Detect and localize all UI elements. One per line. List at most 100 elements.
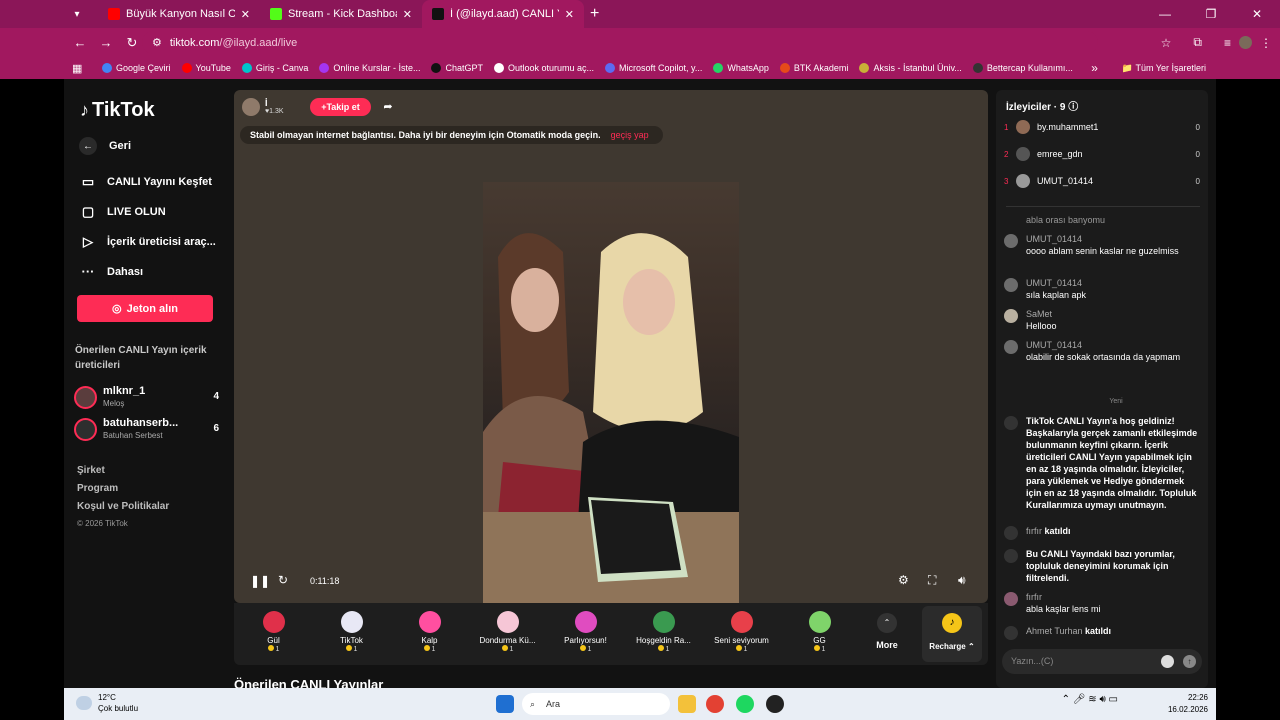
- forward-arrow-icon[interactable]: →: [94, 35, 118, 50]
- media-control-icon[interactable]: ≡: [1224, 36, 1231, 50]
- address-bar[interactable]: ⚙ tiktok.com/@ilayd.aad/live: [142, 31, 1098, 54]
- weather-widget[interactable]: 12°C Çok bulutlu: [76, 692, 138, 714]
- refresh-icon[interactable]: ↻: [278, 573, 288, 587]
- minimize-button[interactable]: —: [1142, 0, 1188, 28]
- gift-shining[interactable]: Parlıyorsun! 1: [547, 607, 624, 663]
- more-gifts-button[interactable]: ⌃ More: [872, 613, 902, 650]
- back-link[interactable]: ← Geri: [79, 137, 131, 155]
- follow-button[interactable]: + Takip et: [310, 98, 371, 116]
- top-viewer[interactable]: 2 emree_gdn 0: [1004, 145, 1200, 163]
- gift-ramadan[interactable]: Hoşgeldin Ra... 1: [625, 607, 702, 663]
- tiktok-note-icon: [1004, 416, 1018, 430]
- udemy-icon: [319, 63, 330, 73]
- gift-tiktok[interactable]: TikTok 1: [313, 607, 390, 663]
- chat-message: fırfır abla kaşlar lens mi: [1004, 591, 1200, 615]
- send-arrow-icon[interactable]: ↑: [1183, 655, 1196, 668]
- gift-gg[interactable]: GG 1: [781, 607, 858, 663]
- switch-auto-mode-link[interactable]: geçiş yap: [611, 130, 649, 140]
- window-controls: — ❐ ✕: [1142, 0, 1280, 28]
- tab-close-icon[interactable]: ✕: [241, 8, 250, 21]
- recharge-button[interactable]: ♪ Recharge ⌃: [922, 606, 982, 662]
- new-tab-button[interactable]: +: [590, 5, 599, 23]
- get-coins-button[interactable]: ◎ Jeton alın: [77, 295, 213, 322]
- tray-icons[interactable]: ⌃ 🎤︎ ≋ 🔊︎ ▭: [1062, 694, 1118, 706]
- bookmark-aksis[interactable]: Aksis - İstanbul Üniv...: [859, 63, 962, 73]
- chrome-icon[interactable]: [706, 695, 724, 713]
- bookmark-canva[interactable]: Giriş - Canva: [241, 63, 308, 73]
- close-window-button[interactable]: ✕: [1234, 0, 1280, 28]
- suggested-creator[interactable]: batuhanserb... Batuhan Serbest 6: [74, 417, 219, 443]
- host-avatar[interactable]: [242, 98, 260, 116]
- file-explorer-icon[interactable]: [678, 695, 696, 713]
- restore-button[interactable]: ❐: [1188, 0, 1234, 28]
- sidebar-item-explore-live[interactable]: ▭ CANLI Yayını Keşfet: [79, 174, 212, 190]
- footer-link-company[interactable]: Şirket: [77, 465, 105, 476]
- sidebar-item-more[interactable]: ··· Dahası: [79, 264, 144, 279]
- bookmark-bettercap[interactable]: Bettercap Kullanımı...: [972, 63, 1073, 73]
- footer-link-terms[interactable]: Koşul ve Politikalar: [77, 501, 169, 512]
- browser-tab-tiktok-live[interactable]: İ (@ilayd.aad) CANLI Yayını ✕: [422, 0, 584, 28]
- share-icon[interactable]: ➦: [379, 99, 397, 117]
- tv-icon: ▭: [81, 174, 95, 189]
- bookmark-star-icon[interactable]: ☆: [1161, 36, 1172, 50]
- bookmark-whatsapp[interactable]: WhatsApp: [713, 63, 769, 73]
- tab-search-menu-button[interactable]: ▾: [66, 3, 88, 25]
- windows-start-icon[interactable]: [496, 695, 514, 713]
- gift-rose[interactable]: Gül 1: [235, 607, 312, 663]
- back-arrow-icon[interactable]: ←: [68, 35, 92, 50]
- app-icon[interactable]: [766, 695, 784, 713]
- browser-tab-youtube[interactable]: Büyük Kanyon Nasıl Oluştu? - Y ✕: [98, 0, 260, 28]
- all-bookmarks-folder[interactable]: 📁 Tüm Yer İşaretleri: [1122, 63, 1206, 74]
- outlook-icon: [493, 63, 504, 73]
- tab-close-icon[interactable]: ✕: [403, 8, 412, 21]
- top-viewer[interactable]: 1 by.muhammet1 0: [1004, 118, 1200, 136]
- bookmarks-overflow-icon[interactable]: »: [1091, 61, 1098, 75]
- bookmark-outlook[interactable]: Outlook oturumu aç...: [493, 63, 594, 73]
- extensions-icon[interactable]: ⧉: [1193, 35, 1202, 50]
- bookmark-copilot[interactable]: Microsoft Copilot, y...: [605, 63, 702, 73]
- reload-icon[interactable]: ↻: [120, 35, 144, 51]
- help-icon[interactable]: ⓘ: [1068, 102, 1078, 113]
- live-player[interactable]: İ ♥1.3K + Takip et ➦ Stabil olmayan inter…: [234, 90, 988, 603]
- settings-gear-icon[interactable]: ⚙: [898, 573, 909, 587]
- suggested-creator[interactable]: mlknr_1 Meloş 4: [74, 385, 219, 411]
- gift-heart[interactable]: Kalp 1: [391, 607, 468, 663]
- top-viewer[interactable]: 3 UMUT_01414 0: [1004, 172, 1200, 190]
- url-path: /@ilayd.aad/live: [219, 36, 298, 49]
- sidebar-item-go-live[interactable]: ▢ LIVE OLUN: [79, 204, 166, 220]
- emoji-icon[interactable]: [1161, 655, 1174, 668]
- pause-icon[interactable]: ❚❚: [250, 574, 270, 588]
- avatar: [1004, 234, 1018, 248]
- stream-video-illustration: [483, 233, 739, 603]
- avatar: [1004, 278, 1018, 292]
- browser-tab-kick[interactable]: Stream - Kick Dashboard ✕: [260, 0, 422, 28]
- play-icon: ▷: [83, 234, 93, 249]
- taskbar-search[interactable]: ⌕ Ara: [522, 693, 670, 715]
- bettercap-icon: [972, 63, 983, 73]
- bookmark-btk[interactable]: BTK Akademi: [779, 63, 848, 73]
- volume-icon[interactable]: 🔊︎: [958, 573, 966, 588]
- footer-link-program[interactable]: Program: [77, 483, 118, 494]
- bookmark-chatgpt[interactable]: ChatGPT: [431, 63, 483, 73]
- tiktok-logo[interactable]: ♪ TikTok: [80, 99, 155, 122]
- bookmark-udemy[interactable]: Online Kurslar - İste...: [319, 63, 420, 73]
- tab-close-icon[interactable]: ✕: [565, 8, 574, 21]
- chat-input[interactable]: Yazın...(C) ↑: [1002, 649, 1202, 674]
- fullscreen-icon[interactable]: ⛶: [928, 573, 936, 588]
- live-video-frame[interactable]: [483, 182, 739, 603]
- gift-ice-cream[interactable]: Dondurma Kü... 1: [469, 607, 546, 663]
- gift-love-you[interactable]: Seni seviyorum 1: [703, 607, 780, 663]
- profile-avatar[interactable]: [1239, 36, 1252, 49]
- host-info[interactable]: İ ♥1.3K: [242, 96, 284, 118]
- bookmark-youtube[interactable]: YouTube: [181, 63, 231, 73]
- avatar: [1004, 592, 1018, 606]
- apps-grid-icon[interactable]: ▦: [72, 62, 82, 75]
- system-tray[interactable]: ⌃ 🎤︎ ≋ 🔊︎ ▭ 22:26 16.02.2026: [1062, 692, 1208, 716]
- bookmark-google-translate[interactable]: Google Çeviri: [102, 63, 171, 73]
- coin-icon: ◎: [112, 303, 122, 315]
- love-you-icon: [730, 611, 753, 633]
- sidebar-item-creator-tools[interactable]: ▷ İçerik üreticisi araç...: [79, 234, 216, 250]
- browser-menu-icon[interactable]: ⋮: [1260, 36, 1272, 50]
- site-info-icon[interactable]: ⚙: [152, 36, 162, 49]
- spotify-icon[interactable]: [736, 695, 754, 713]
